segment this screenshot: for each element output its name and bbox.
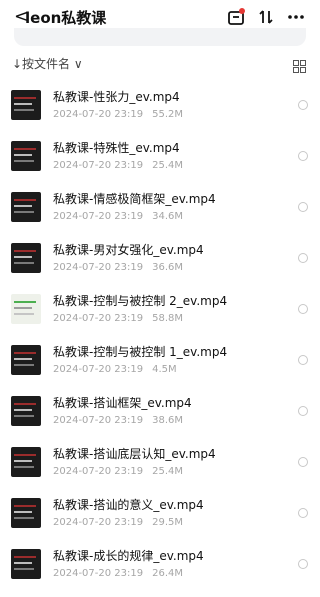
file-row[interactable]: 私教课-控制与被控制 1_ev.mp4 2024-07-20 23:19 4.5M [0, 342, 320, 393]
video-thumbnail [11, 498, 41, 528]
file-meta: 2024-07-20 23:19 29.5M [53, 516, 183, 530]
file-size: 26.4M [152, 568, 184, 579]
file-name: 私教课-特殊性_ev.mp4 [53, 141, 180, 155]
file-name: 私教课-搭讪的意义_ev.mp4 [53, 498, 204, 512]
file-meta: 2024-07-20 23:19 26.4M [53, 567, 183, 581]
file-date: 2024-07-20 23:19 [53, 109, 144, 120]
file-size: 36.6M [152, 262, 184, 273]
file-name: 私教课-情感极简框架_ev.mp4 [53, 192, 216, 206]
video-thumbnail [11, 345, 41, 375]
file-size: 4.5M [152, 364, 177, 375]
more-icon[interactable] [286, 7, 306, 27]
file-name: 私教课-男对女强化_ev.mp4 [53, 243, 204, 257]
sort-bar: ↓按文件名 ∨ [0, 52, 320, 78]
file-meta: 2024-07-20 23:19 34.6M [53, 210, 183, 224]
transfer-icon[interactable] [226, 7, 246, 27]
video-thumbnail [11, 396, 41, 426]
video-thumbnail [11, 447, 41, 477]
file-row[interactable]: 私教课-控制与被控制 2_ev.mp4 2024-07-20 23:19 58.8… [0, 291, 320, 342]
file-row[interactable]: 私教课-情感极简框架_ev.mp4 2024-07-20 23:19 34.6M [0, 189, 320, 240]
video-thumbnail [11, 243, 41, 273]
file-row[interactable]: 私教课-男对女强化_ev.mp4 2024-07-20 23:19 36.6M [0, 240, 320, 291]
file-meta: 2024-07-20 23:19 25.4M [53, 465, 183, 479]
file-row[interactable]: 私教课-搭讪的意义_ev.mp4 2024-07-20 23:19 29.5M [0, 495, 320, 546]
file-list: 私教课-性张力_ev.mp4 2024-07-20 23:19 55.2M 私教课… [0, 87, 320, 597]
sort-by-name-dropdown[interactable]: ↓按文件名 ∨ [12, 56, 83, 72]
file-meta: 2024-07-20 23:19 36.6M [53, 261, 183, 275]
file-row[interactable]: 私教课-搭讪底层认知_ev.mp4 2024-07-20 23:19 25.4M [0, 444, 320, 495]
select-radio[interactable] [298, 559, 308, 569]
select-radio[interactable] [298, 508, 308, 518]
select-radio[interactable] [298, 100, 308, 110]
file-name: 私教课-搭讪底层认知_ev.mp4 [53, 447, 216, 461]
file-row[interactable]: 私教课-搭讪框架_ev.mp4 2024-07-20 23:19 38.6M [0, 393, 320, 444]
file-date: 2024-07-20 23:19 [53, 262, 144, 273]
file-date: 2024-07-20 23:19 [53, 160, 144, 171]
file-date: 2024-07-20 23:19 [53, 517, 144, 528]
video-thumbnail [11, 549, 41, 579]
file-date: 2024-07-20 23:19 [53, 415, 144, 426]
file-meta: 2024-07-20 23:19 55.2M [53, 108, 183, 122]
select-radio[interactable] [298, 202, 308, 212]
page-title: leon私教课 [25, 9, 107, 27]
file-date: 2024-07-20 23:19 [53, 364, 144, 375]
video-thumbnail [11, 90, 41, 120]
select-radio[interactable] [298, 253, 308, 263]
file-size: 58.8M [152, 313, 184, 324]
file-name: 私教课-控制与被控制 2_ev.mp4 [53, 294, 228, 308]
file-row[interactable]: 私教课-特殊性_ev.mp4 2024-07-20 23:19 25.4M [0, 138, 320, 189]
file-name: 私教课-成长的规律_ev.mp4 [53, 549, 204, 563]
sort-order-icon[interactable] [256, 7, 276, 27]
grid-view-icon[interactable] [293, 58, 306, 73]
file-date: 2024-07-20 23:19 [53, 568, 144, 579]
file-size: 55.2M [152, 109, 184, 120]
file-size: 38.6M [152, 415, 184, 426]
select-radio[interactable] [298, 406, 308, 416]
file-size: 34.6M [152, 211, 184, 222]
file-size: 29.5M [152, 517, 184, 528]
file-name: 私教课-搭讪框架_ev.mp4 [53, 396, 192, 410]
file-date: 2024-07-20 23:19 [53, 313, 144, 324]
file-meta: 2024-07-20 23:19 38.6M [53, 414, 183, 428]
file-row[interactable]: 私教课-性张力_ev.mp4 2024-07-20 23:19 55.2M [0, 87, 320, 138]
select-radio[interactable] [298, 457, 308, 467]
file-meta: 2024-07-20 23:19 4.5M [53, 363, 177, 377]
file-name: 私教课-控制与被控制 1_ev.mp4 [53, 345, 228, 359]
file-name: 私教课-性张力_ev.mp4 [53, 90, 180, 104]
file-meta: 2024-07-20 23:19 25.4M [53, 159, 183, 173]
video-thumbnail [11, 294, 41, 324]
search-bar[interactable] [14, 28, 306, 46]
select-radio[interactable] [298, 151, 308, 161]
file-date: 2024-07-20 23:19 [53, 466, 144, 477]
file-row[interactable]: 私教课-成长的规律_ev.mp4 2024-07-20 23:19 26.4M [0, 546, 320, 597]
file-size: 25.4M [152, 466, 184, 477]
select-radio[interactable] [298, 304, 308, 314]
video-thumbnail [11, 192, 41, 222]
file-date: 2024-07-20 23:19 [53, 211, 144, 222]
video-thumbnail [11, 141, 41, 171]
file-size: 25.4M [152, 160, 184, 171]
file-meta: 2024-07-20 23:19 58.8M [53, 312, 183, 326]
select-radio[interactable] [298, 355, 308, 365]
